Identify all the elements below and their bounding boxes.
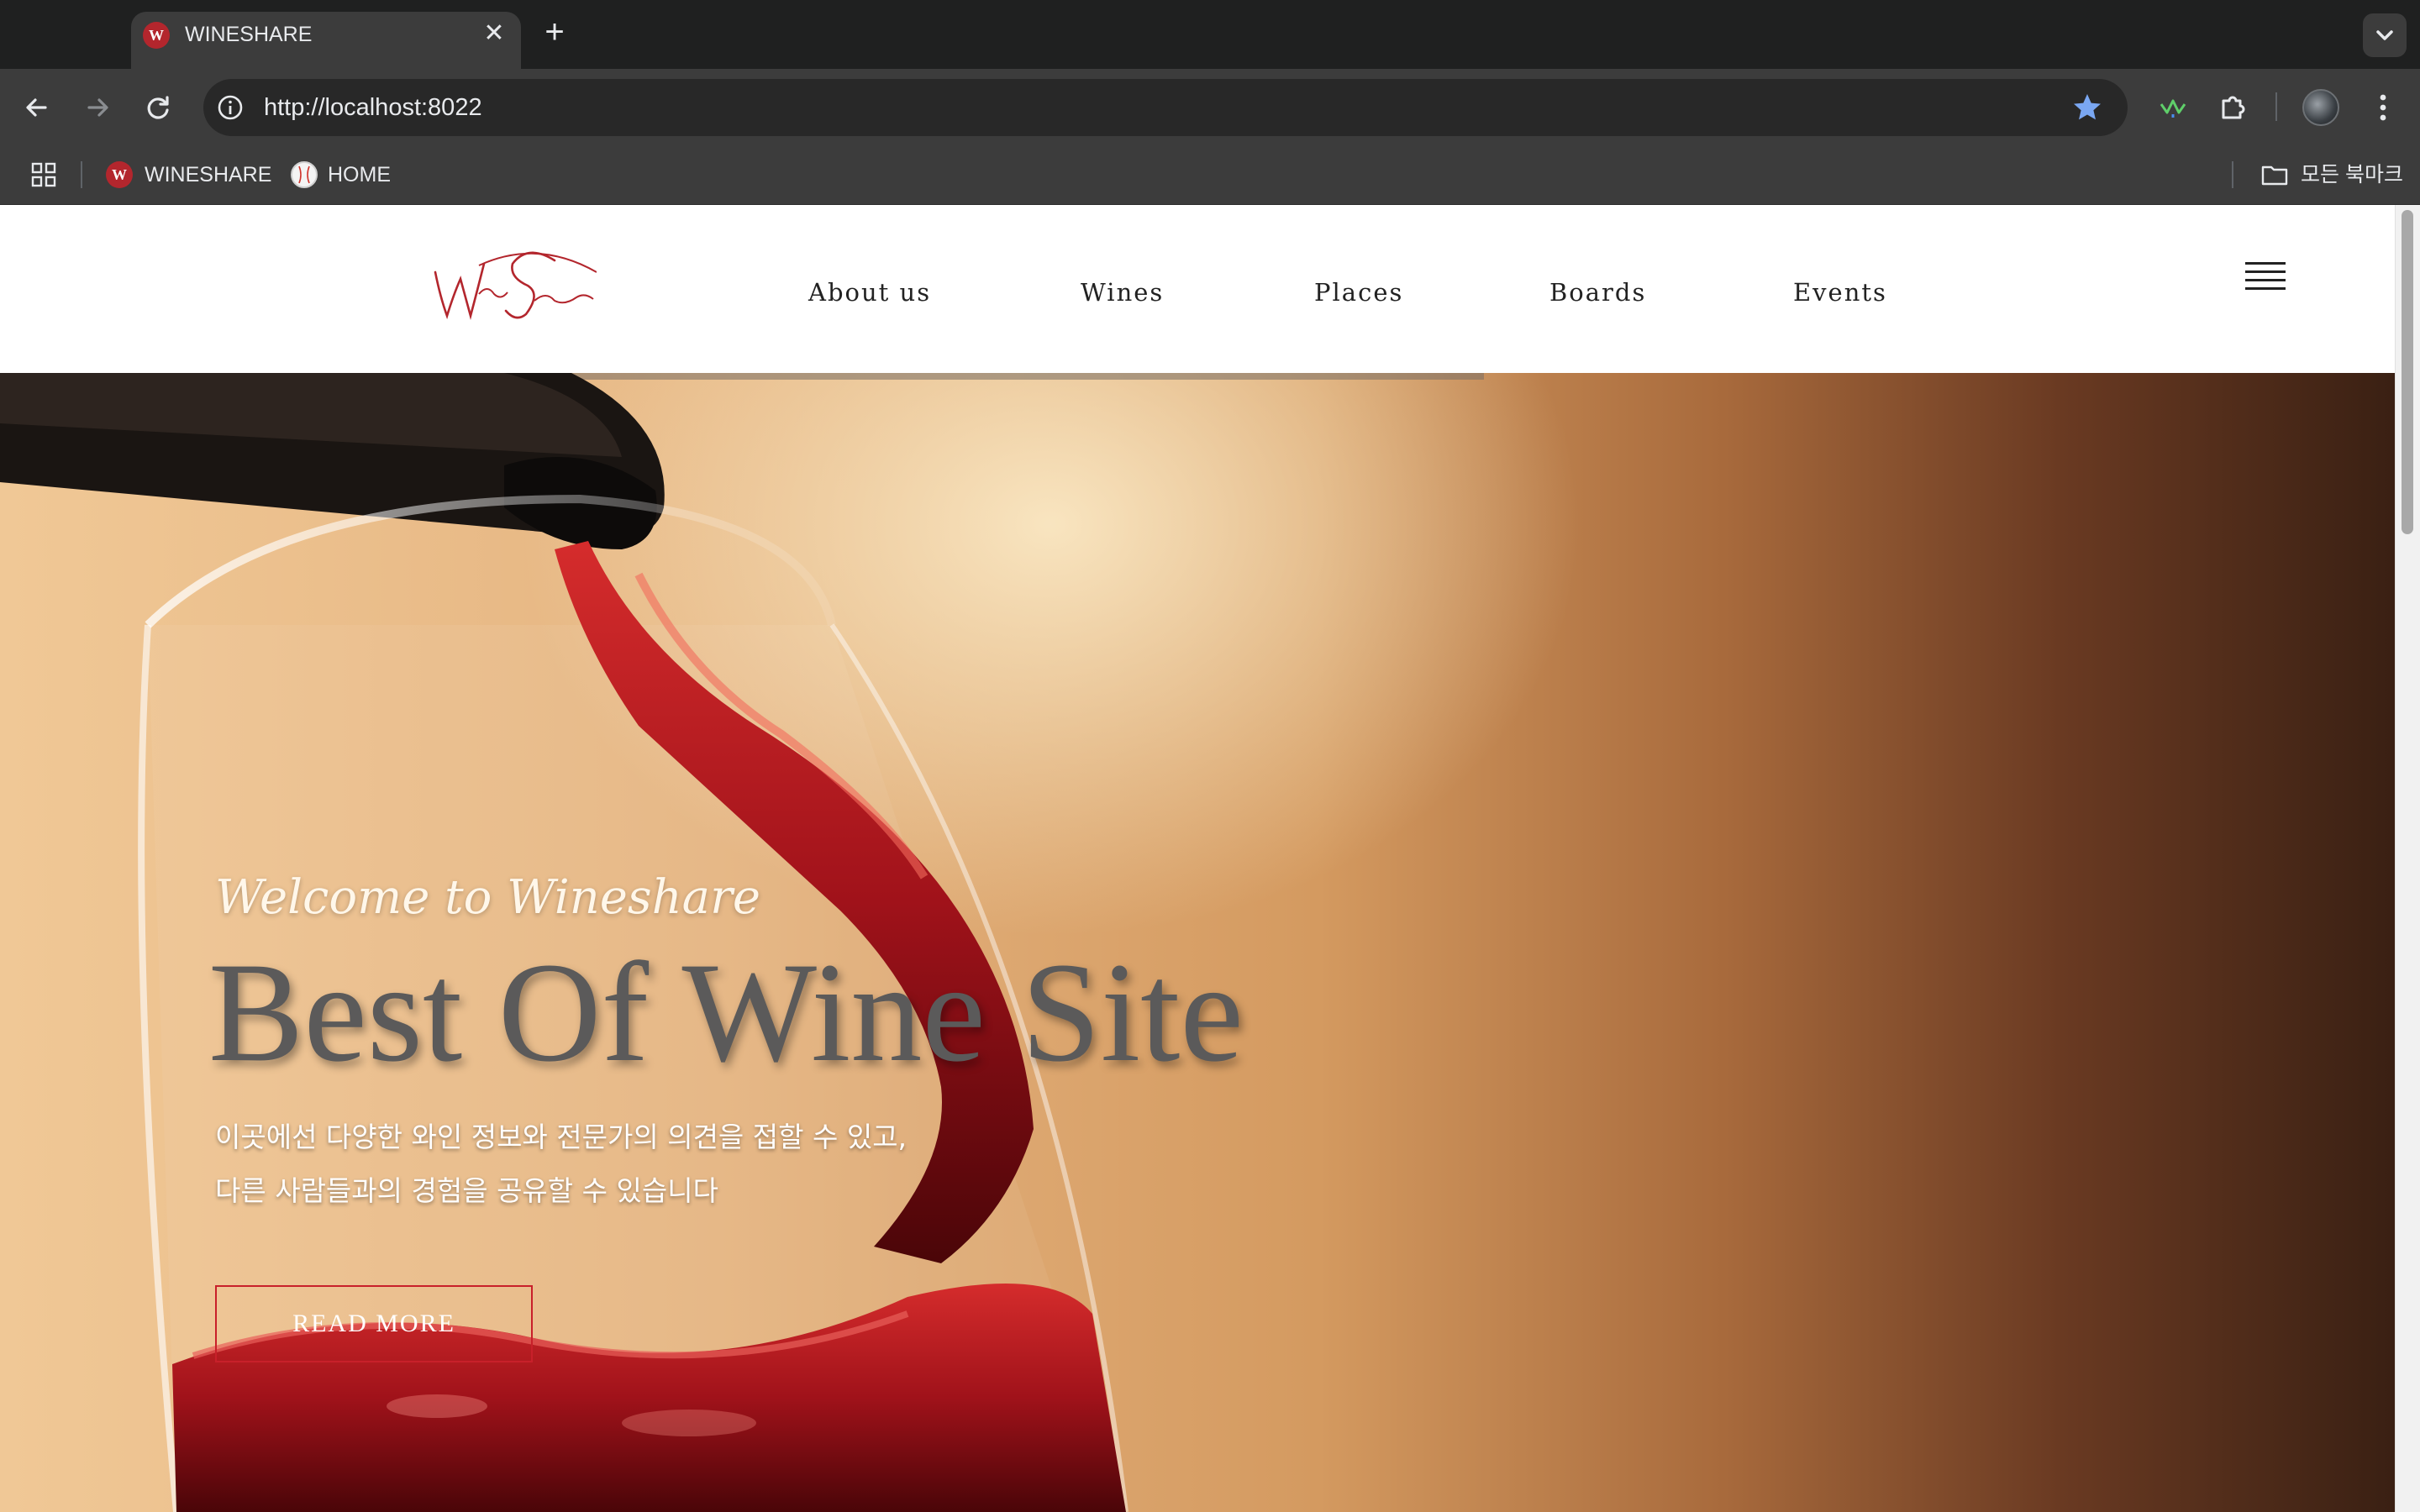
tab-close-icon[interactable]: ✕ — [479, 18, 509, 49]
site-logo[interactable] — [429, 239, 597, 331]
bookmarks-divider-right — [2232, 161, 2233, 188]
profile-avatar[interactable] — [2302, 89, 2339, 126]
site-header: About us Wines Places Boards Events — [0, 205, 2395, 373]
bookmarks-divider — [81, 161, 82, 188]
address-bar[interactable] — [203, 79, 2128, 136]
scrollbar-thumb[interactable] — [2402, 210, 2413, 534]
folder-icon[interactable] — [2260, 161, 2289, 188]
back-arrow-icon[interactable] — [17, 87, 57, 128]
site-info-icon[interactable] — [215, 92, 245, 123]
hero-description-line-2: 다른 사람들과의 경험을 공유할 수 있습니다 — [215, 1174, 718, 1207]
hamburger-menu-icon[interactable] — [2245, 262, 2286, 296]
bookmark-home[interactable]: HOME — [328, 160, 391, 190]
tab-search-icon[interactable] — [2363, 13, 2407, 57]
url-text[interactable]: http://localhost:8022 — [264, 92, 482, 123]
forward-arrow-icon[interactable] — [77, 87, 118, 128]
hero-description-line-1: 이곳에선 다양한 와인 정보와 전문가의 의견을 접할 수 있고, — [215, 1121, 908, 1153]
nav-wines[interactable]: Wines — [1081, 276, 1164, 309]
baseball-icon — [291, 161, 318, 188]
bookmark-wineshare[interactable]: WINESHARE — [145, 160, 271, 190]
new-tab-button[interactable]: + — [538, 15, 571, 49]
hero-description: 이곳에선 다양한 와인 정보와 전문가의 의견을 접할 수 있고, 다른 사람들… — [215, 1110, 907, 1218]
extension-wave-icon[interactable] — [2154, 89, 2191, 126]
tab-favicon-icon: W — [143, 22, 170, 49]
nav-about-us[interactable]: About us — [808, 276, 931, 309]
all-bookmarks-label[interactable]: 모든 북마크 — [2301, 160, 2403, 190]
nav-events[interactable]: Events — [1793, 276, 1887, 309]
nav-places[interactable]: Places — [1314, 276, 1403, 309]
reload-icon[interactable] — [138, 87, 178, 128]
wineshare-favicon-icon: W — [106, 161, 133, 188]
extensions-puzzle-icon[interactable] — [2215, 89, 2252, 126]
page-viewport: About us Wines Places Boards Events Welc… — [0, 205, 2395, 1512]
nav-boards[interactable]: Boards — [1549, 276, 1646, 309]
bookmark-star-icon[interactable] — [2069, 89, 2106, 126]
hero-welcome-script: Welcome to Wineshare — [215, 870, 760, 925]
browser-menu-icon[interactable] — [2368, 87, 2398, 128]
tab-title[interactable]: WINESHARE — [185, 21, 312, 48]
read-more-button[interactable]: READ MORE — [215, 1285, 533, 1362]
apps-grid-icon[interactable] — [30, 161, 57, 188]
toolbar-divider — [2275, 92, 2277, 121]
hero-headline: Best Of Wine Site — [208, 933, 1244, 1091]
